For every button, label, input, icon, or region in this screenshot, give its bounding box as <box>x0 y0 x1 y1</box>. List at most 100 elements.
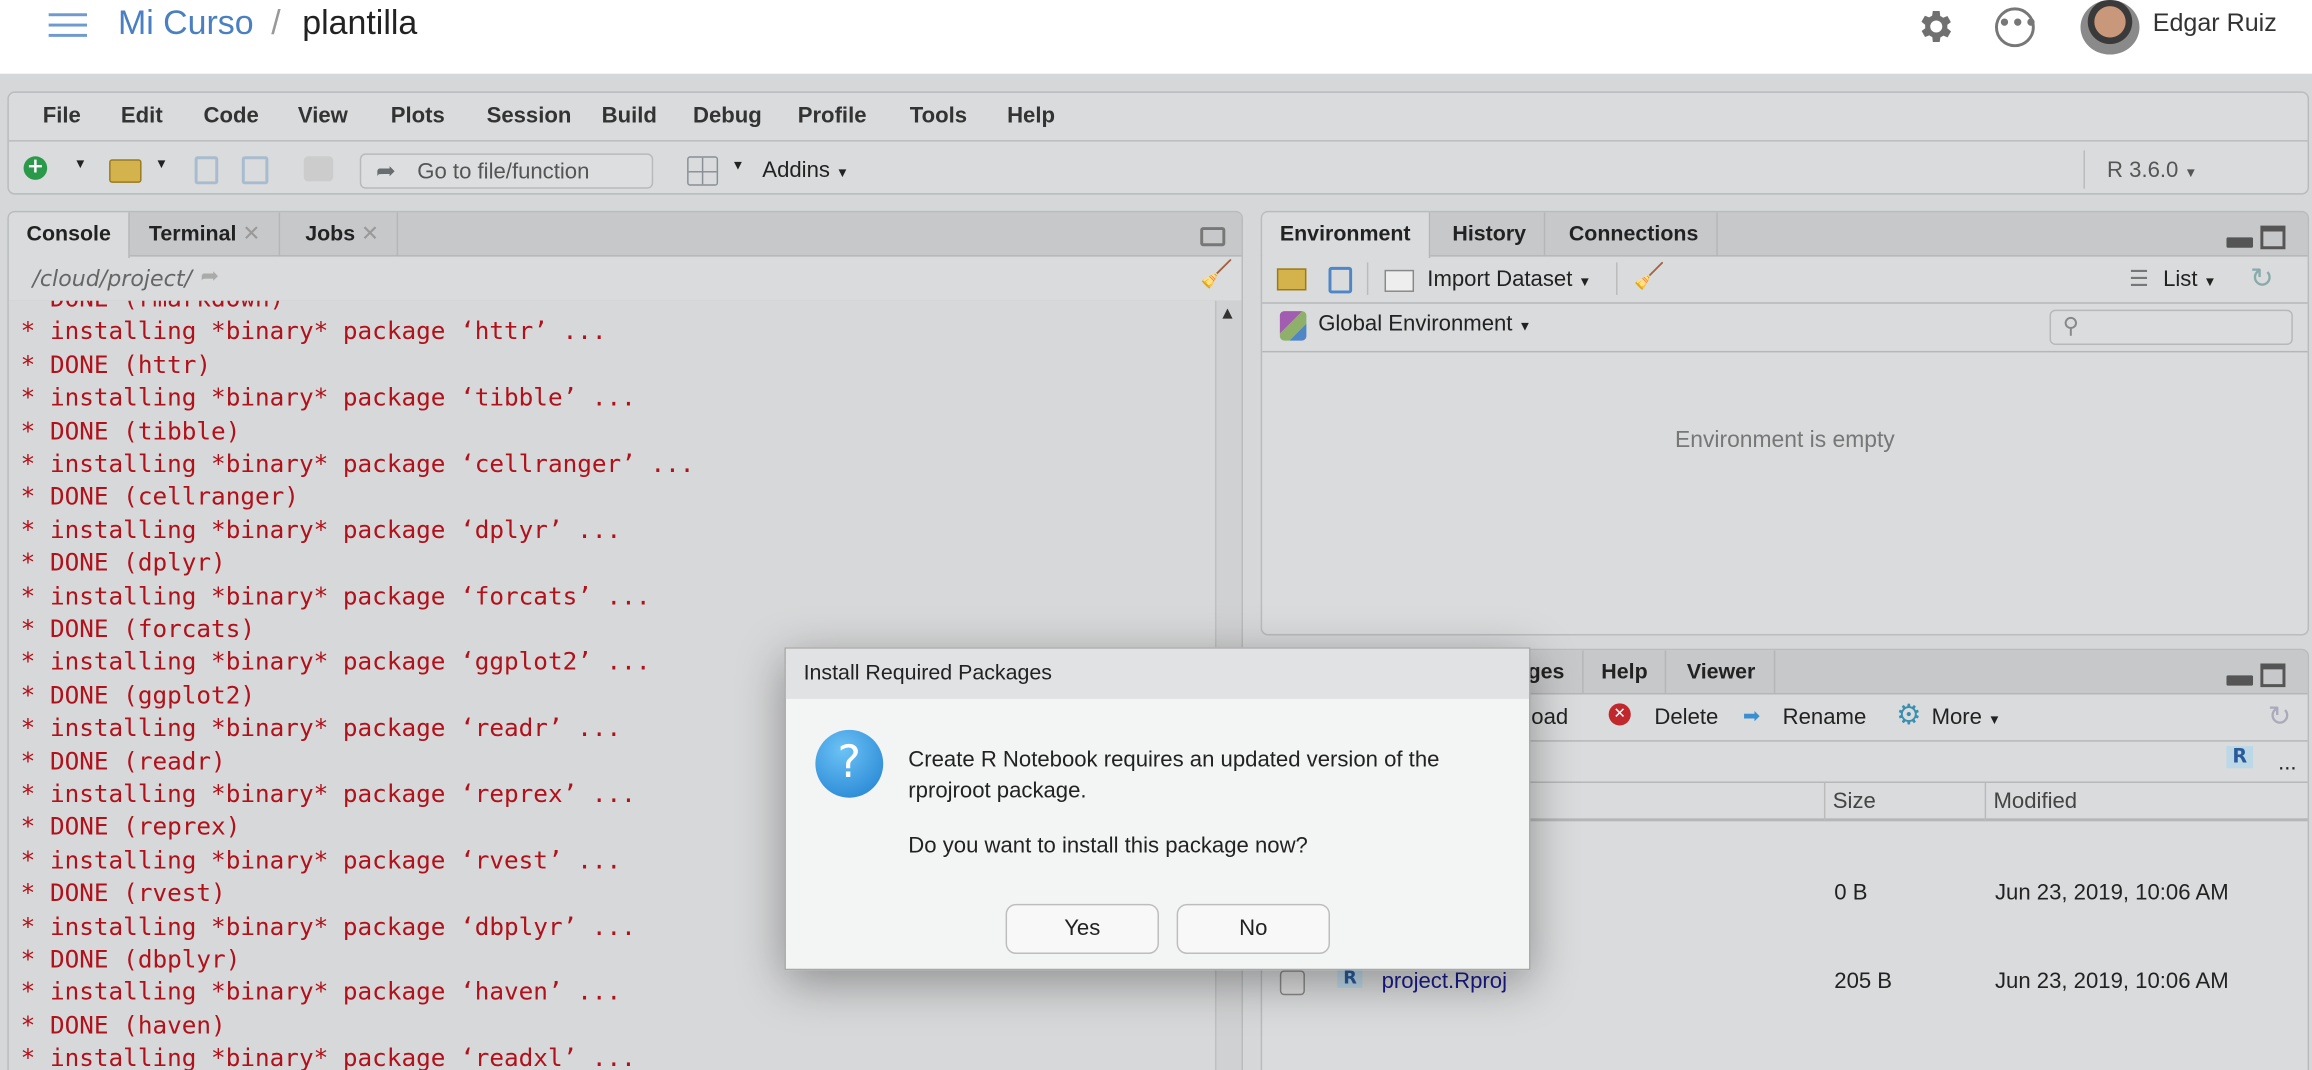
r-version-menu[interactable]: R 3.6.0 ▼ <box>2107 158 2197 183</box>
print-icon[interactable] <box>303 156 334 182</box>
console-line: * DONE (httr) <box>20 350 212 379</box>
pane-layout-dropdown[interactable]: ▼ <box>731 158 744 173</box>
open-file-icon[interactable] <box>109 159 142 183</box>
column-size[interactable]: Size <box>1833 789 1876 814</box>
menu-session[interactable]: Session <box>487 103 572 128</box>
user-name[interactable]: Edgar Ruiz <box>2153 9 2277 38</box>
search-icon: ⚲ <box>2062 312 2080 340</box>
menu-view[interactable]: View <box>298 103 348 128</box>
refresh-icon[interactable]: ↻ <box>2268 700 2291 734</box>
new-file-dropdown[interactable]: ▼ <box>74 156 87 171</box>
view-mode-menu[interactable]: List ▼ <box>2163 267 2216 292</box>
tab-environment[interactable]: Environment <box>1262 212 1430 259</box>
tab-connections[interactable]: Connections <box>1551 212 1718 257</box>
console-line: * DONE (dbplyr) <box>20 945 241 974</box>
menu-help[interactable]: Help <box>1007 103 1055 128</box>
menu-tools[interactable]: Tools <box>910 103 967 128</box>
clear-console-icon[interactable]: 🧹 <box>1200 260 1233 291</box>
maximize-pane-icon[interactable] <box>2260 225 2286 250</box>
column-modified[interactable]: Modified <box>1994 789 2078 814</box>
save-workspace-icon[interactable] <box>1328 266 1353 294</box>
maximize-pane-icon[interactable] <box>2260 663 2286 688</box>
tab-console[interactable]: Console <box>8 212 131 259</box>
save-icon[interactable] <box>194 156 219 185</box>
file-modified: Jun 23, 2019, 10:06 AM <box>1994 880 2229 906</box>
tab-help[interactable]: Help <box>1584 650 1667 695</box>
tab-viewer[interactable]: Viewer <box>1669 650 1775 695</box>
gear-icon[interactable] <box>1914 6 1955 47</box>
project-home-icon[interactable]: R <box>2226 746 2254 769</box>
minimize-pane-icon[interactable] <box>2226 237 2254 248</box>
menu-code[interactable]: Code <box>203 103 258 128</box>
tab-jobs[interactable]: Jobs ✕ <box>288 212 399 257</box>
menu-debug[interactable]: Debug <box>693 103 762 128</box>
rstudio-cloud-window: Mi Curso / plantilla ••• Edgar Ruiz File… <box>0 0 2312 1070</box>
menu-file[interactable]: File <box>43 103 81 128</box>
tab-jobs-label: Jobs <box>305 222 356 247</box>
hamburger-menu-icon[interactable] <box>48 13 87 40</box>
console-line: * installing *binary* package ‘ggplot2’ … <box>20 647 651 676</box>
go-to-placeholder: Go to file/function <box>417 159 590 185</box>
console-line: * installing *binary* package ‘cellrange… <box>20 449 695 478</box>
environment-scope-icon <box>1279 311 1307 341</box>
console-line: * DONE (tibble) <box>20 416 241 445</box>
restore-pane-icon[interactable] <box>1200 227 1226 247</box>
save-all-icon[interactable] <box>241 156 269 185</box>
minimize-pane-icon[interactable] <box>2226 675 2254 686</box>
menu-profile[interactable]: Profile <box>798 103 867 128</box>
more-menu[interactable]: More ▼ <box>1932 705 2001 730</box>
yes-button[interactable]: Yes <box>1005 903 1159 954</box>
environment-scope-menu[interactable]: Global Environment ▼ <box>1318 311 1531 336</box>
tab-history[interactable]: History <box>1435 212 1546 257</box>
user-avatar[interactable] <box>2080 0 2140 55</box>
close-icon[interactable]: ✕ <box>242 223 260 247</box>
load-workspace-icon[interactable] <box>1276 268 1307 291</box>
breadcrumb-separator: / <box>271 2 281 42</box>
clear-workspace-broom-icon[interactable]: 🧹 <box>1634 262 1665 291</box>
tab-history-label: History <box>1452 222 1527 247</box>
menu-plots[interactable]: Plots <box>391 103 445 128</box>
console-line: * DONE (forcats) <box>20 614 256 643</box>
tab-help-label: Help <box>1601 660 1648 685</box>
console-line: * installing *binary* package ‘reprex’ .… <box>20 780 636 809</box>
breadcrumb-project: plantilla <box>302 2 418 42</box>
console-line: * DONE (ggplot2) <box>20 680 256 709</box>
question-icon: ? <box>815 729 884 798</box>
more-path-button[interactable]: ... <box>2278 751 2296 776</box>
file-size: 0 B <box>1834 880 1868 906</box>
dialog-title: Install Required Packages <box>785 648 1530 699</box>
menu-build[interactable]: Build <box>602 103 657 128</box>
go-to-directory-icon[interactable]: ➦ <box>201 262 220 289</box>
go-to-file-input[interactable]: ➦ Go to file/function <box>359 153 654 189</box>
import-dataset-icon <box>1384 269 1415 292</box>
file-checkbox[interactable] <box>1279 970 1305 996</box>
open-file-dropdown[interactable]: ▼ <box>155 156 168 171</box>
no-button[interactable]: No <box>1176 903 1330 954</box>
addins-menu[interactable]: Addins ▼ <box>762 158 849 183</box>
console-line: * installing *binary* package ‘rvest’ ..… <box>20 846 622 875</box>
more-options-icon[interactable]: ••• <box>1994 7 2038 48</box>
dialog-question: Do you want to install this package now? <box>908 833 1308 859</box>
import-dataset-label: Import Dataset <box>1427 266 1573 292</box>
delete-button[interactable]: Delete <box>1654 705 1718 730</box>
import-dataset-menu[interactable]: Import Dataset ▼ <box>1427 267 1591 292</box>
install-packages-dialog: Install Required Packages ? Create R Not… <box>784 647 1531 971</box>
refresh-icon[interactable]: ↻ <box>2250 262 2273 296</box>
console-line: * DONE (rmarkdown) <box>21 301 285 313</box>
file-name[interactable]: project.Rproj <box>1382 969 1507 994</box>
breadcrumb-course[interactable]: Mi Curso <box>118 3 254 43</box>
menu-edit[interactable]: Edit <box>121 103 163 128</box>
console-line: * DONE (reprex) <box>20 813 241 842</box>
rename-button[interactable]: Rename <box>1783 705 1867 730</box>
environment-search-input[interactable]: ⚲ <box>2049 309 2293 346</box>
delete-icon: ✕ <box>1608 703 1631 726</box>
tab-terminal[interactable]: Terminal ✕ <box>131 212 280 257</box>
console-line: * DONE (rvest) <box>20 879 226 908</box>
addins-label: Addins <box>762 157 830 183</box>
console-line: * DONE (cellranger) <box>20 482 299 511</box>
environment-pane: Environment History Connections Import D… <box>1260 210 2310 636</box>
tab-console-label: Console <box>26 222 111 247</box>
close-icon[interactable]: ✕ <box>361 223 379 247</box>
new-file-icon[interactable]: + <box>23 156 48 180</box>
pane-layout-icon[interactable] <box>687 156 719 186</box>
